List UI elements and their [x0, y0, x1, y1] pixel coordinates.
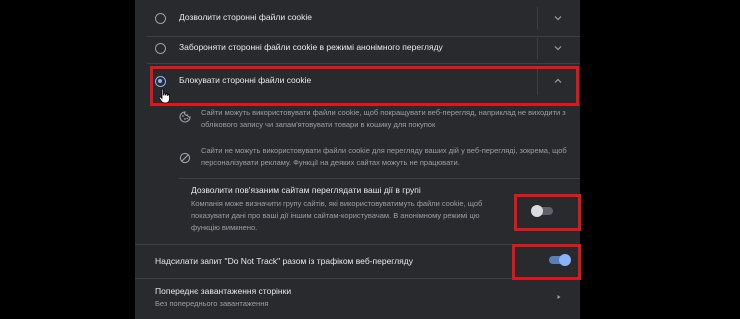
- divider: [537, 38, 538, 59]
- preload-title: Попереднє завантаження сторінки: [155, 286, 292, 296]
- related-sites-title: Дозволити пов'язаним сайтам переглядати …: [191, 185, 421, 195]
- preload-subtitle: Без попереднього завантаження: [155, 299, 269, 308]
- detail-cookie-text: Сайти можуть використовувати файли cooki…: [201, 108, 566, 129]
- block-icon: [179, 152, 191, 164]
- radio-block-in-incognito[interactable]: [155, 43, 166, 54]
- chevron-down-icon[interactable]: [553, 13, 563, 23]
- chevron-down-icon[interactable]: [553, 43, 563, 53]
- related-sites-description: Компанія може визначити групу сайтів, як…: [191, 199, 483, 232]
- option-block-in-incognito[interactable]: Забороняти сторонні файли cookie в режим…: [135, 37, 580, 62]
- highlight-do-not-track-toggle: [512, 244, 581, 280]
- highlight-related-sites-toggle: [514, 194, 581, 231]
- divider: [179, 178, 580, 179]
- detail-block-text: Сайти не можуть використовувати файли co…: [201, 146, 567, 167]
- option-label: Дозволити сторонні файли cookie: [179, 12, 313, 22]
- do-not-track-label: Надсилати запит "Do Not Track" разом із …: [155, 256, 413, 266]
- highlight-block-cookies: [150, 66, 579, 106]
- cookie-icon: [179, 111, 191, 123]
- preload-row[interactable]: Попереднє завантаження сторінки Без попе…: [135, 279, 580, 319]
- hand-cursor-icon: [158, 88, 170, 104]
- divider: [537, 7, 538, 29]
- option-allow-third-party-cookies[interactable]: Дозволити сторонні файли cookie: [135, 0, 580, 36]
- option-label: Забороняти сторонні файли cookie в режим…: [179, 42, 443, 52]
- radio-allow-cookies[interactable]: [155, 13, 166, 24]
- chevron-right-icon: [557, 295, 561, 299]
